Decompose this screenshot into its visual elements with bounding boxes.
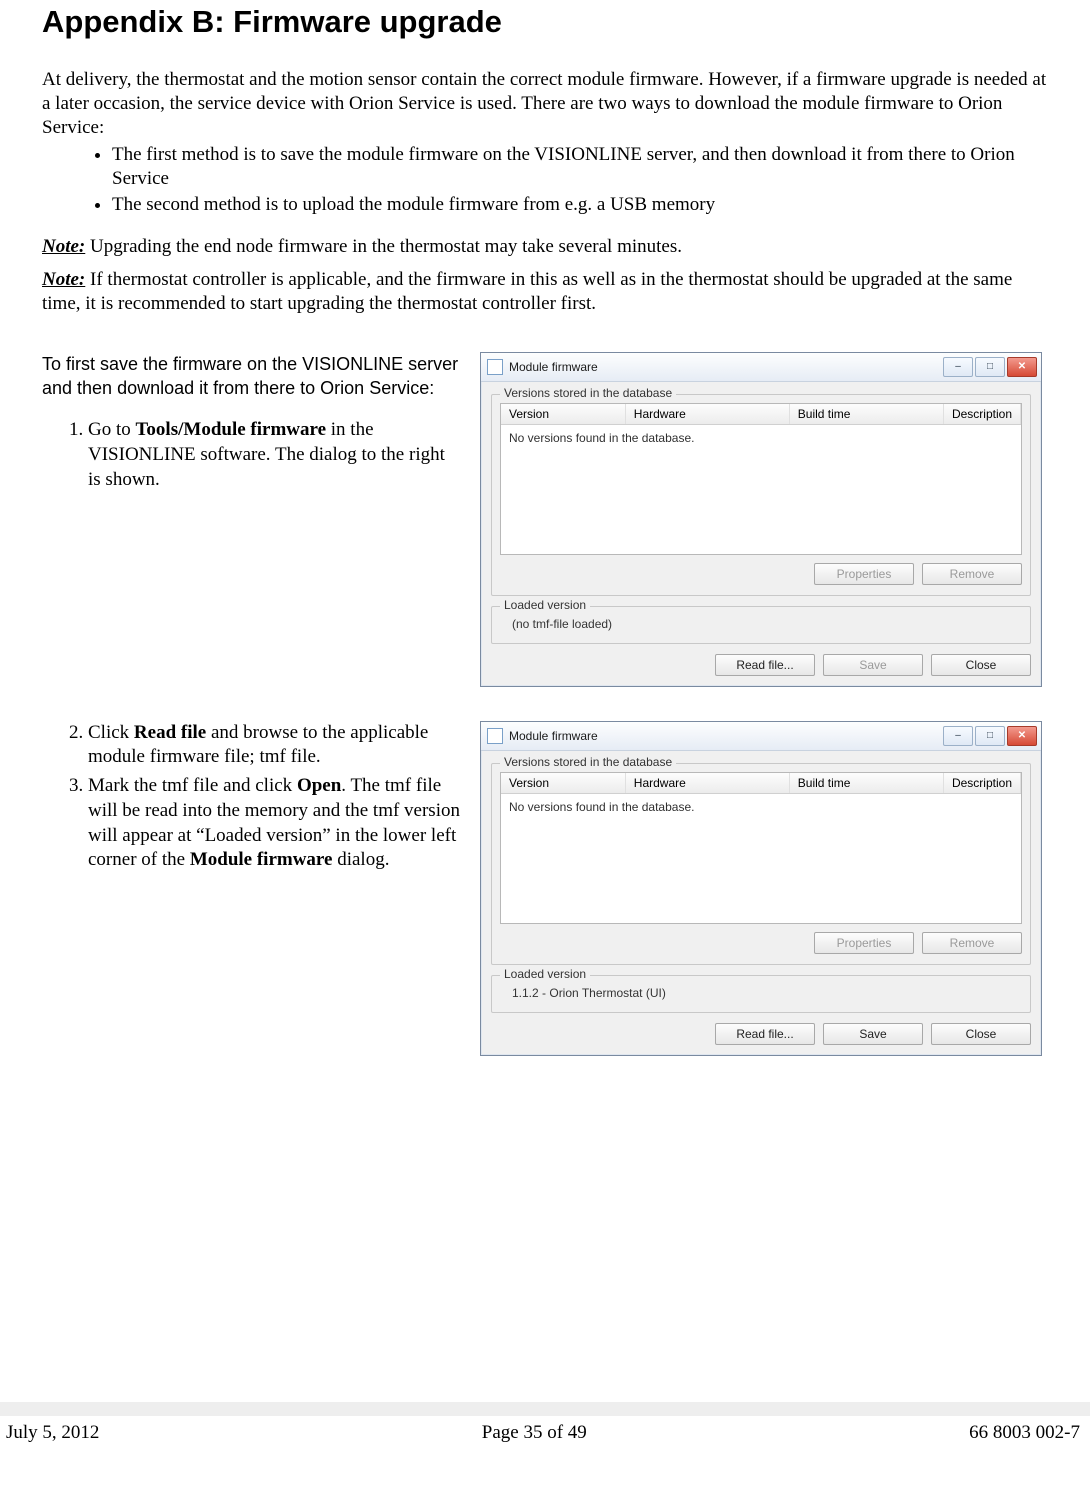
loaded-version-text: (no tmf-file loaded) — [500, 615, 1022, 633]
dialog-body: Versions stored in the database Version … — [481, 382, 1041, 686]
page-title: Appendix B: Firmware upgrade — [42, 0, 1048, 40]
app-icon — [487, 728, 503, 744]
versions-listview[interactable]: Version Hardware Build time Description … — [500, 403, 1022, 555]
step-3: Mark the tmf file and click Open. The tm… — [88, 774, 462, 873]
listview-empty-msg: No versions found in the database. — [501, 794, 1021, 820]
listview-empty-msg: No versions found in the database. — [501, 425, 1021, 451]
close-dialog-button[interactable]: Close — [931, 1023, 1031, 1045]
step-1: Go to Tools/Module firmware in the VISIO… — [88, 418, 462, 492]
read-file-button[interactable]: Read file... — [715, 1023, 815, 1045]
intro-paragraph: At delivery, the thermostat and the moti… — [42, 68, 1048, 139]
group-loaded-version: Loaded version (no tmf-file loaded) — [491, 606, 1031, 644]
remove-button[interactable]: Remove — [922, 563, 1022, 585]
dialog-body: Versions stored in the database Version … — [481, 751, 1041, 1055]
col-build-time[interactable]: Build time — [790, 404, 944, 424]
minimize-button[interactable]: – — [943, 726, 973, 746]
footer-page: Page 35 of 49 — [482, 1422, 587, 1444]
dialog-module-firmware-2: Module firmware – □ ✕ Versions stored in… — [480, 721, 1042, 1056]
note-label: Note: — [42, 269, 85, 290]
section-1: To first save the firmware on the VISION… — [42, 352, 1048, 687]
group-loaded-version: Loaded version 1.1.2 - Orion Thermostat … — [491, 975, 1031, 1013]
versions-listview[interactable]: Version Hardware Build time Description … — [500, 772, 1022, 924]
dialog-footer-buttons: Read file... Save Close — [491, 1023, 1031, 1045]
step-bold: Read file — [134, 722, 206, 743]
bullet-item: The first method is to save the module f… — [112, 143, 1048, 191]
footer-divider — [0, 1402, 1090, 1416]
note-text: If thermostat controller is applicable, … — [42, 269, 1012, 314]
step-text: Click — [88, 722, 134, 743]
steps-list-2: Click Read file and browse to the applic… — [42, 721, 462, 873]
group-label: Versions stored in the database — [500, 386, 676, 400]
maximize-button[interactable]: □ — [975, 726, 1005, 746]
close-dialog-button[interactable]: Close — [931, 654, 1031, 676]
step-text: Mark the tmf file and click — [88, 775, 297, 796]
properties-button[interactable]: Properties — [814, 932, 914, 954]
footer-date: July 5, 2012 — [6, 1422, 99, 1444]
group-stored-versions: Versions stored in the database Version … — [491, 394, 1031, 596]
read-file-button[interactable]: Read file... — [715, 654, 815, 676]
col-hardware[interactable]: Hardware — [626, 773, 790, 793]
note-text: Upgrading the end node firmware in the t… — [85, 236, 682, 257]
footer-docnum: 66 8003 002-7 — [969, 1422, 1080, 1444]
section-2-text: Click Read file and browse to the applic… — [42, 721, 462, 877]
intro-bullets: The first method is to save the module f… — [42, 143, 1048, 216]
loaded-version-text: 1.1.2 - Orion Thermostat (UI) — [500, 984, 1022, 1002]
step-bold: Tools/Module firmware — [136, 419, 327, 440]
col-version[interactable]: Version — [501, 773, 626, 793]
step-bold: Module firmware — [190, 849, 333, 870]
note-2: Note: If thermostat controller is applic… — [42, 268, 1048, 316]
col-version[interactable]: Version — [501, 404, 626, 424]
section-2: Click Read file and browse to the applic… — [42, 721, 1048, 1056]
listview-header: Version Hardware Build time Description — [501, 404, 1021, 425]
section-1-text: To first save the firmware on the VISION… — [42, 352, 462, 497]
listview-header: Version Hardware Build time Description — [501, 773, 1021, 794]
dialog-title: Module firmware — [509, 360, 941, 374]
group-stored-versions: Versions stored in the database Version … — [491, 763, 1031, 965]
col-description[interactable]: Description — [944, 404, 1021, 424]
save-button[interactable]: Save — [823, 654, 923, 676]
col-description[interactable]: Description — [944, 773, 1021, 793]
page-footer: July 5, 2012 Page 35 of 49 66 8003 002-7 — [0, 1416, 1090, 1450]
stored-buttons: Properties Remove — [500, 932, 1022, 954]
col-hardware[interactable]: Hardware — [626, 404, 790, 424]
close-button[interactable]: ✕ — [1007, 726, 1037, 746]
minimize-button[interactable]: – — [943, 357, 973, 377]
dialog-footer-buttons: Read file... Save Close — [491, 654, 1031, 676]
dialog-titlebar: Module firmware – □ ✕ — [481, 722, 1041, 751]
steps-list-1: Go to Tools/Module firmware in the VISIO… — [42, 418, 462, 492]
col-build-time[interactable]: Build time — [790, 773, 944, 793]
step-text: dialog. — [332, 849, 389, 870]
step-2: Click Read file and browse to the applic… — [88, 721, 462, 770]
properties-button[interactable]: Properties — [814, 563, 914, 585]
step-text: Go to — [88, 419, 136, 440]
document-page: Appendix B: Firmware upgrade At delivery… — [0, 0, 1090, 1450]
bullet-item: The second method is to upload the modul… — [112, 193, 1048, 217]
note-label: Note: — [42, 236, 85, 257]
note-1: Note: Upgrading the end node firmware in… — [42, 235, 1048, 259]
stored-buttons: Properties Remove — [500, 563, 1022, 585]
save-button[interactable]: Save — [823, 1023, 923, 1045]
section-1-lead: To first save the firmware on the VISION… — [42, 352, 462, 401]
maximize-button[interactable]: □ — [975, 357, 1005, 377]
dialog-titlebar: Module firmware – □ ✕ — [481, 353, 1041, 382]
dialog-title: Module firmware — [509, 729, 941, 743]
remove-button[interactable]: Remove — [922, 932, 1022, 954]
group-label: Loaded version — [500, 967, 590, 981]
app-icon — [487, 359, 503, 375]
close-button[interactable]: ✕ — [1007, 357, 1037, 377]
dialog-module-firmware-1: Module firmware – □ ✕ Versions stored in… — [480, 352, 1042, 687]
page-footer-wrap: July 5, 2012 Page 35 of 49 66 8003 002-7 — [0, 1402, 1090, 1450]
step-bold: Open — [297, 775, 341, 796]
group-label: Loaded version — [500, 598, 590, 612]
group-label: Versions stored in the database — [500, 755, 676, 769]
